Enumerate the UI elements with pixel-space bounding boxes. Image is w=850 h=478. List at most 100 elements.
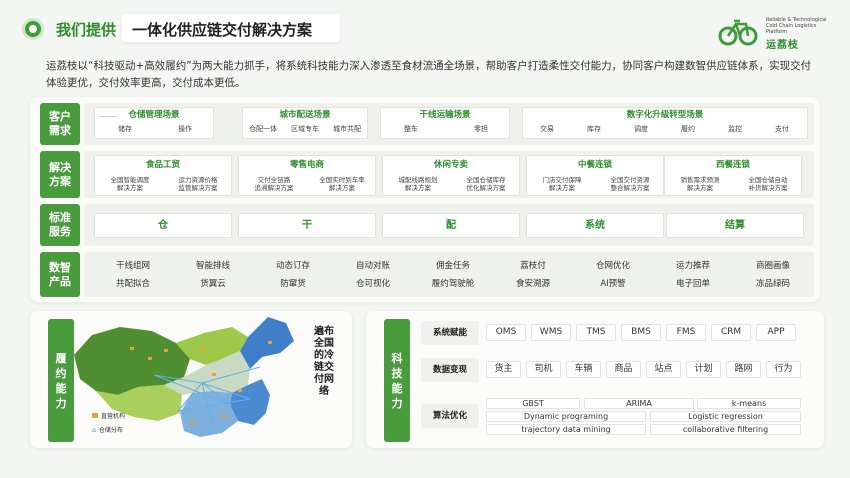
row-label-solution: 解决方案 [40,151,80,198]
map-title: 遍布全国的冷链交付网络 [314,326,334,397]
map-facility-marker [130,347,134,350]
scenario-title: 数字化升级转型场景 [626,110,704,120]
scenario-item: 仓配一体 [249,125,277,133]
data-item: 货主 [486,361,521,378]
digital-product-item: 商圈画像 [755,261,790,271]
direct-branch-legend-icon [92,413,98,418]
map-facility-marker [238,389,242,392]
row-label-solution-text: 解决方案 [49,160,71,188]
digital-product-item: 防窜货 [280,279,306,289]
map-region-northeast [240,317,294,369]
row-label-customer: 客户需求 [40,103,80,145]
scenario-item: 操作 [178,125,192,133]
scenario-item: 零担 [474,125,488,133]
map-facility-marker [222,415,226,418]
solution-item: 全国实时到车率 解决方案 [319,176,365,192]
solution-item: 门店交付保障 解决方案 [542,176,582,192]
algorithm-item: trajectory data mining [486,424,646,435]
tech-label: 科技能力 [384,319,410,442]
service-warehouse: 仓 [94,213,232,238]
scenario-item: 城市共配 [333,125,361,133]
map-facility-marker [212,373,216,376]
digital-product-item: 货翼云 [200,279,226,289]
row-label-digital: 数智产品 [40,252,80,297]
map-facility-marker [268,341,272,344]
fulfillment-label-text: 履约能力 [55,351,67,410]
digital-product-item: 食安溯源 [515,279,550,289]
data-item: 商品 [606,361,641,378]
scenario-item: 监控 [728,125,742,133]
system-item: CRM [711,324,751,341]
scenario-item: 交易 [540,125,554,133]
legend-warehouse: ⌂ 仓储分布 [92,425,123,434]
digital-product-item: 荔枝付 [520,261,546,271]
warehouse-house-legend-icon: ⌂ [92,427,96,434]
algorithm-item: collaborative filtering [650,424,801,435]
solution-title: 休闲专卖 [433,160,468,170]
digital-product-item: AI预警 [600,279,626,289]
system-item: WMS [531,324,571,341]
digital-product-item: 共配拟合 [115,279,150,289]
solution-item: 城配线路规划 解决方案 [398,176,438,192]
tech-label-text: 科技能力 [391,351,403,410]
solution-item: 运力资源价格 监管解决方案 [178,176,218,192]
data-item: 车辆 [566,361,601,378]
solution-title: 食品工贸 [145,160,180,170]
system-item: FMS [666,324,706,341]
scenario-title: 城市配送场景 [279,110,331,120]
data-item: 站点 [646,361,681,378]
scenario-item: 区域专车 [291,125,319,133]
service-system: 系统 [526,213,664,238]
tech-row-label: 系统赋能 [421,321,479,345]
row-label-standard: 标准服务 [40,204,80,246]
data-item: 路网 [726,361,761,378]
bicycle-logo-icon [718,19,758,46]
row-label-standard-text: 标准服务 [49,211,71,238]
data-item: 计划 [686,361,721,378]
digital-product-item: 电子回单 [675,279,710,289]
legend-label: 直营机构 [101,413,126,420]
algorithm-item: k-means [697,398,801,409]
algorithm-item: GBST [486,398,580,409]
scenario-item: 履约 [681,125,695,133]
scenario-item: 整车 [404,125,418,133]
digital-product-item: 运力推荐 [675,261,710,271]
system-item: TMS [576,324,616,341]
solution-item: 全国仓储库存 优化解决方案 [466,176,506,192]
digital-product-item: 干线组网 [115,261,150,271]
algorithm-item: Logistic regression [650,411,801,422]
logo-name: 运荔枝 [766,40,799,51]
tech-row-label: 数据变现 [421,358,479,382]
scenario-title: 仓储管理场景 [128,110,180,120]
digital-product-item: 仓可视化 [355,279,390,289]
tech-row-label: 算法优化 [421,404,479,428]
legend-label: 仓储分布 [98,427,123,434]
header: 我们提供 一体化供应链交付解决方案 Reliable & Technologic… [0,0,850,52]
solution-item: 销售需求预测 解决方案 [680,176,720,192]
map-facility-marker [190,421,194,424]
page-title: 一体化供应链交付解决方案 [132,21,313,39]
digital-product-item: 智能排线 [195,261,230,271]
algorithm-item: Dynamic programing [486,411,646,422]
service-settlement: 结算 [666,213,804,238]
data-item: 行为 [766,361,801,378]
divider [98,116,118,117]
solution-item: 全国交付资源 整合解决方案 [610,176,650,192]
scenario-item: 库存 [587,125,601,133]
company-logo: Reliable & Technological Cold Chain Logi… [718,14,838,51]
digital-product-item: 履约驾驶舱 [431,279,475,289]
algorithm-item: ARIMA [584,398,694,409]
row-label-customer-text: 客户需求 [49,110,71,137]
system-item: APP [756,324,796,341]
digital-product-item: 动态订存 [275,261,310,271]
digital-product-item: 自动对账 [355,261,390,271]
system-item: BMS [621,324,661,341]
fulfillment-label: 履约能力 [48,319,74,442]
service-trunk: 干 [238,213,376,238]
scenario-item: 支付 [775,125,789,133]
solution-title: 西餐连锁 [715,160,750,170]
legend-direct: 直营机构 [92,411,125,420]
map-facility-marker [164,349,168,352]
digital-product-item: 仓网优化 [595,261,630,271]
solution-title: 零售电商 [289,160,324,170]
